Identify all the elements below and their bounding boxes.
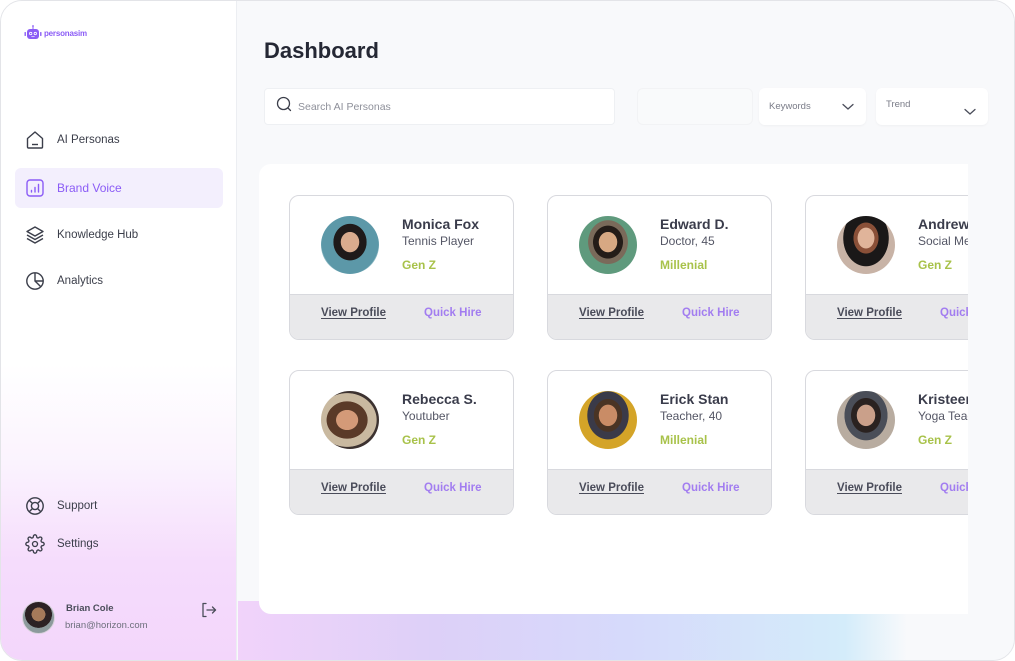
card-actions: View Profile Quick Hire [548,294,771,339]
persona-avatar[interactable] [321,216,379,274]
user-avatar[interactable] [22,601,55,634]
persona-avatar[interactable] [321,391,379,449]
search-icon [276,96,292,117]
sidebar-item-analytics[interactable]: Analytics [15,261,223,301]
persona-generation: Gen Z [918,258,953,272]
sidebar-item-settings[interactable]: Settings [15,524,223,564]
quick-hire-link[interactable]: Quick Hire [682,307,740,319]
persona-card: Kristeen M. Yoga Teacher Gen Z View Prof… [805,370,989,515]
sidebar-item-label: Settings [57,538,99,550]
sidebar-item-label: Knowledge Hub [57,229,139,241]
persona-avatar[interactable] [837,216,895,274]
sidebar-item-ai-personas[interactable]: AI Personas [15,120,223,160]
main-content: Dashboard Keywords Trend [238,1,1014,660]
persona-role: Tennis Player [402,234,475,248]
persona-role: Doctor, 45 [660,234,715,248]
card-actions: View Profile Quick Hire [290,294,513,339]
persona-name: Rebecca S. [402,391,477,407]
sidebar-item-label: Support [57,500,98,512]
view-profile-link[interactable]: View Profile [321,482,386,494]
card-actions: View Profile Quick Hire [548,469,771,514]
layers-icon [25,225,45,245]
sidebar-item-label: Analytics [57,275,104,287]
persona-generation: Gen Z [918,433,953,447]
chevron-down-icon [842,98,854,116]
card-actions: View Profile Quick Hire [290,469,513,514]
search-bar[interactable] [264,88,615,125]
persona-name: Monica Fox [402,216,480,232]
persona-avatar[interactable] [837,391,895,449]
app-window: personasim AI Personas Brand Voice Knowl… [0,0,1015,661]
persona-card: Edward D. Doctor, 45 Millenial View Prof… [547,195,772,340]
persona-card: Rebecca S. Youtuber Gen Z View Profile Q… [289,370,514,515]
pie-chart-icon [25,271,45,291]
dropdown-label: Keywords [769,101,811,112]
empty-filter-slot[interactable] [637,88,753,125]
persona-generation: Millenial [660,258,708,272]
chevron-down-icon [964,103,976,121]
sidebar-item-label: Brand Voice [57,181,122,195]
sidebar-item-support[interactable]: Support [15,486,223,526]
persona-card: Monica Fox Tennis Player Gen Z View Prof… [289,195,514,340]
card-actions: View Profile Quick Hire [806,469,989,514]
brand-logo[interactable]: personasim [24,25,87,41]
quick-hire-link[interactable]: Quick Hire [424,307,482,319]
card-actions: View Profile Quick Hire [806,294,989,339]
persona-generation: Millenial [660,433,708,447]
lifebuoy-icon [25,496,45,516]
persona-role: Teacher, 40 [660,409,723,423]
persona-avatar[interactable] [579,391,637,449]
persona-avatar[interactable] [579,216,637,274]
quick-hire-link[interactable]: Quick Hire [424,482,482,494]
trend-dropdown[interactable]: Trend [876,88,988,125]
quick-hire-link[interactable]: Quick Hire [682,482,740,494]
sidebar-item-brand-voice[interactable]: Brand Voice [15,168,223,208]
view-profile-link[interactable]: View Profile [321,307,386,319]
sidebar-item-knowledge-hub[interactable]: Knowledge Hub [15,215,223,255]
view-profile-link[interactable]: View Profile [579,482,644,494]
persona-name: Erick Stan [660,391,729,407]
search-input[interactable] [298,100,598,113]
personas-grid: Monica Fox Tennis Player Gen Z View Prof… [259,164,989,614]
persona-name: Edward D. [660,216,729,232]
user-profile: Brian Cole brian@horizon.com [22,601,222,637]
sidebar: personasim AI Personas Brand Voice Knowl… [1,1,237,660]
persona-generation: Gen Z [402,433,437,447]
view-profile-link[interactable]: View Profile [837,482,902,494]
user-name: Brian Cole [66,603,114,614]
dropdown-label: Trend [886,99,911,110]
keywords-dropdown[interactable]: Keywords [759,88,866,125]
user-email: brian@horizon.com [65,620,148,631]
logout-icon[interactable] [200,601,218,619]
gear-icon [25,534,45,554]
persona-generation: Gen Z [402,258,437,272]
view-profile-link[interactable]: View Profile [837,307,902,319]
brand-name: personasim [44,28,87,38]
bar-chart-icon [25,178,45,198]
persona-card: Erick Stan Teacher, 40 Millenial View Pr… [547,370,772,515]
home-icon [25,130,45,150]
persona-card: Andrew M. Social Media Gen Z View Profil… [805,195,989,340]
sidebar-item-label: AI Personas [57,134,120,146]
persona-role: Youtuber [402,409,450,423]
view-profile-link[interactable]: View Profile [579,307,644,319]
page-title: Dashboard [264,38,379,63]
robot-icon [24,25,42,41]
